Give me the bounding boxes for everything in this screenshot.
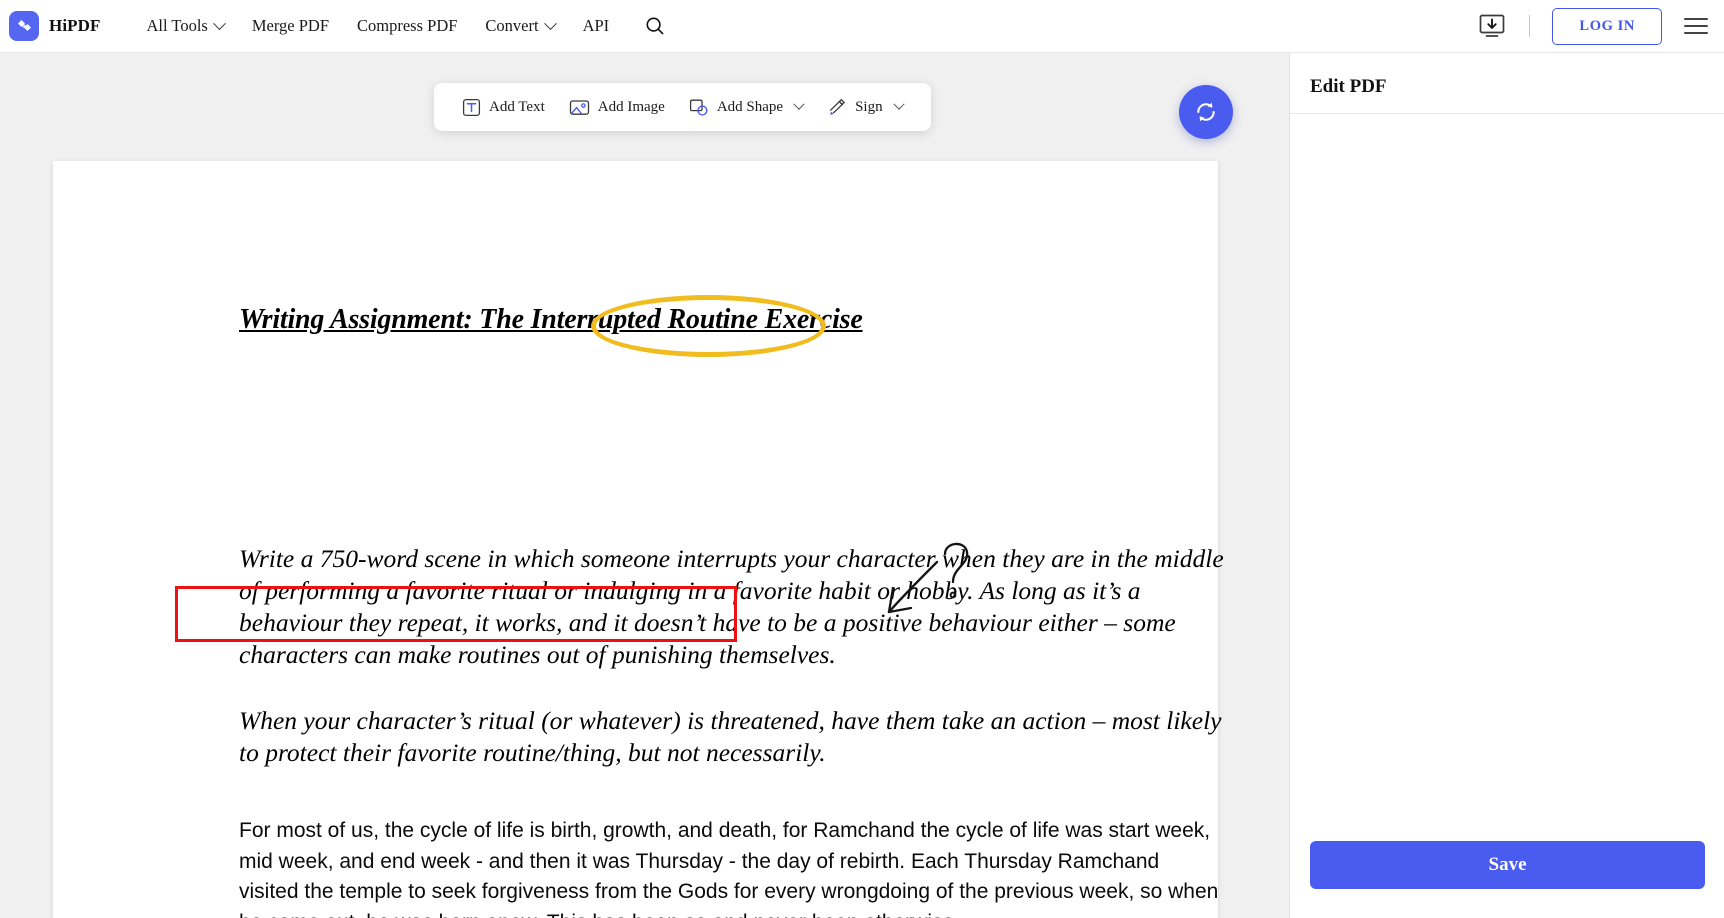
desktop-download-icon xyxy=(1480,14,1505,37)
red-rectangle-annotation[interactable] xyxy=(175,586,737,642)
tool-label-add-shape: Add Shape xyxy=(716,98,784,115)
tool-label-sign: Sign xyxy=(855,98,883,115)
search-icon xyxy=(646,17,664,35)
pdf-editor-workspace: Add Text Add Image Add Shape Sign Writin… xyxy=(0,53,1289,918)
hipdf-logo-icon xyxy=(9,11,39,41)
pdf-page[interactable]: Writing Assignment: The Interrupted Rout… xyxy=(53,161,1224,918)
panel-title: Edit PDF xyxy=(1310,76,1387,97)
yellow-ellipse-annotation[interactable] xyxy=(591,295,826,357)
nav-label-all-tools: All Tools xyxy=(146,16,208,35)
sync-refresh-button[interactable] xyxy=(1179,85,1233,139)
nav-item-compress-pdf[interactable]: Compress PDF xyxy=(343,10,471,42)
tool-sign[interactable]: Sign xyxy=(815,92,915,123)
hamburger-line xyxy=(1684,25,1708,27)
document-paragraph-2: When your character’s ritual (or whateve… xyxy=(239,706,1222,767)
tool-label-add-image: Add Image xyxy=(597,98,665,115)
nav-item-all-tools[interactable]: All Tools xyxy=(133,10,238,42)
nav-label-compress-pdf: Compress PDF xyxy=(357,16,458,35)
nav-label-merge-pdf: Merge PDF xyxy=(251,16,330,35)
chevron-down-icon xyxy=(212,16,226,30)
tool-label-add-text: Add Text xyxy=(489,98,545,115)
header-actions: LOG IN xyxy=(1473,7,1710,45)
top-navigation-bar: HiPDF All Tools Merge PDF Compress PDF C… xyxy=(0,0,1724,53)
add-shape-icon xyxy=(689,99,708,116)
nav-label-convert: Convert xyxy=(485,16,539,35)
document-paragraph-3: For most of us, the cycle of life is bir… xyxy=(239,819,1219,918)
pdf-edit-toolbar: Add Text Add Image Add Shape Sign xyxy=(434,83,931,131)
panel-content-area xyxy=(1290,114,1724,818)
login-button[interactable]: LOG IN xyxy=(1552,7,1662,45)
desktop-app-download-button[interactable] xyxy=(1473,10,1511,42)
nav-item-merge-pdf[interactable]: Merge PDF xyxy=(238,10,343,42)
chevron-down-icon xyxy=(892,98,905,110)
edit-pdf-side-panel: Edit PDF Save xyxy=(1289,53,1724,918)
nav-label-api: API xyxy=(582,16,610,35)
tool-add-shape[interactable]: Add Shape xyxy=(677,92,815,123)
tool-add-text[interactable]: Add Text xyxy=(450,92,557,123)
question-mark-arrow-drawing[interactable] xyxy=(853,526,993,651)
add-image-icon xyxy=(569,99,589,115)
chevron-down-icon xyxy=(543,16,557,30)
nav-item-api[interactable]: API xyxy=(569,10,624,42)
annotation-layer xyxy=(53,161,1218,918)
tool-add-image[interactable]: Add Image xyxy=(557,92,677,123)
brand-name: HiPDF xyxy=(49,16,101,35)
main-nav: All Tools Merge PDF Compress PDF Convert… xyxy=(133,10,672,42)
search-button[interactable] xyxy=(639,10,671,42)
hamburger-menu-icon[interactable] xyxy=(1684,13,1710,39)
header-divider xyxy=(1529,15,1531,37)
chevron-down-icon xyxy=(793,98,805,110)
hamburger-line xyxy=(1684,18,1708,21)
hamburger-line xyxy=(1684,31,1708,34)
sign-pen-icon xyxy=(829,98,846,115)
refresh-sync-icon xyxy=(1197,102,1215,122)
nav-item-convert[interactable]: Convert xyxy=(471,10,568,42)
add-text-icon xyxy=(462,98,481,116)
save-button[interactable]: Save xyxy=(1310,841,1705,889)
brand-logo-link[interactable]: HiPDF xyxy=(9,11,101,41)
